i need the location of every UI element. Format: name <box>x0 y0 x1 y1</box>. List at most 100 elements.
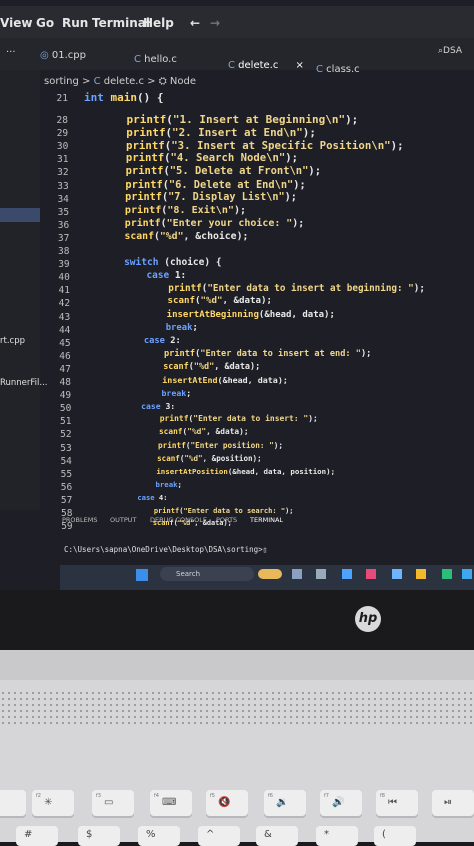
app-icon[interactable] <box>258 569 282 579</box>
close-tab-icon[interactable]: × <box>296 60 304 71</box>
code-line[interactable]: printf("7. Display List\n"); <box>101 192 297 206</box>
line-number: 37 <box>57 232 70 244</box>
c-file-icon: C <box>228 60 235 71</box>
forward-arrow-icon[interactable]: → <box>210 16 220 30</box>
code-line[interactable]: break; <box>102 388 191 402</box>
taskbar-search[interactable]: Search <box>160 567 254 581</box>
app-icon[interactable] <box>292 569 302 579</box>
tab-01-cpp[interactable]: ◎ 01.cpp <box>40 50 86 61</box>
line-number: 47 <box>59 363 71 375</box>
explorer-item[interactable]: RunnerFil... <box>0 378 48 388</box>
code-line[interactable]: switch (choice) { <box>101 257 222 271</box>
code-line[interactable]: scanf("%d", &choice); <box>101 231 248 245</box>
line-number: 36 <box>57 219 70 231</box>
c-file-icon: C <box>134 54 141 65</box>
explorer-item[interactable]: rt.cpp <box>0 336 25 346</box>
code-line[interactable]: int main() { <box>84 91 164 105</box>
tab-label: hello.c <box>144 54 177 65</box>
code-line[interactable]: break; <box>102 323 198 337</box>
line-number: 50 <box>59 403 72 415</box>
breadcrumb-separator: > <box>82 76 91 87</box>
code-line[interactable]: printf("2. Insert at End\n"); <box>100 126 316 140</box>
line-number: 57 <box>60 494 73 506</box>
menu-terminal[interactable]: Terminal <box>92 16 150 30</box>
laptop-bezel <box>0 590 474 650</box>
key-f6[interactable]: f6 🔉 <box>264 790 306 816</box>
key-dollar[interactable]: $ <box>78 826 120 846</box>
code-line[interactable]: scanf("%d", &data); <box>102 427 249 441</box>
workspace-search[interactable]: ⌕DSA <box>438 46 462 56</box>
key-f2[interactable]: f2 ✳ <box>32 790 74 816</box>
code-line[interactable]: scanf("%d", &data); <box>102 362 260 376</box>
code-line[interactable]: printf("Enter position: "); <box>103 441 283 455</box>
code-line[interactable]: printf("Enter your choice: "); <box>101 218 305 232</box>
code-line[interactable]: break; <box>103 480 182 494</box>
app-icon[interactable] <box>316 569 326 579</box>
code-line[interactable]: printf("3. Insert at Specific Position\n… <box>100 139 404 153</box>
volume-down-icon: 🔉 <box>276 797 289 808</box>
more-icon[interactable]: ... <box>6 44 16 55</box>
code-line[interactable]: case 4: <box>103 493 167 507</box>
previous-track-icon: ⏮ <box>388 797 397 808</box>
app-icon[interactable] <box>366 569 376 579</box>
menu-run[interactable]: Run <box>62 16 88 30</box>
back-arrow-icon[interactable]: ← <box>190 16 200 30</box>
menu-go[interactable]: Go <box>36 16 54 30</box>
key-percent[interactable]: % <box>138 826 180 846</box>
app-icon[interactable] <box>442 569 452 579</box>
code-line[interactable]: printf("Enter data to insert at end: "); <box>102 349 371 363</box>
workspace-name: DSA <box>443 46 463 56</box>
key-hash[interactable]: # <box>16 826 58 846</box>
tab-delete-c[interactable]: C delete.c × <box>228 60 304 71</box>
key-f9[interactable]: ⏯ <box>432 790 474 816</box>
key-f1[interactable]: f1 <box>0 790 26 816</box>
key-f3[interactable]: f3 ▭ <box>92 790 134 816</box>
tab-hello-c[interactable]: C hello.c <box>134 54 177 65</box>
terminal-prompt[interactable]: C:\Users\sapna\OneDrive\Desktop\DSA\sort… <box>64 545 267 554</box>
code-line[interactable]: insertAtEnd(&head, data); <box>102 375 288 389</box>
line-number: 28 <box>56 115 68 126</box>
key-caret[interactable]: ^ <box>198 826 240 846</box>
windows-start-icon[interactable] <box>136 569 148 581</box>
code-line[interactable]: printf("Enter data to insert: "); <box>102 414 318 428</box>
code-line[interactable]: printf("1. Insert at Beginning\n"); <box>100 113 359 127</box>
key-f4[interactable]: f4 ⌨ <box>150 790 192 816</box>
app-icon[interactable] <box>342 569 352 579</box>
code-line[interactable]: insertAtPosition(&head, data, position); <box>103 467 335 481</box>
line-number: 51 <box>59 416 72 428</box>
line-number: 59 <box>61 521 73 533</box>
app-icon[interactable] <box>392 569 402 579</box>
c-file-icon: C <box>93 76 101 87</box>
key-f5[interactable]: f5 🔇 <box>206 790 248 816</box>
code-line[interactable]: printf("8. Exit\n"); <box>101 205 246 219</box>
code-line[interactable]: scanf("%d", &data); <box>101 296 272 310</box>
code-line[interactable]: printf("Enter data to search: "); <box>103 506 294 520</box>
code-line[interactable]: printf("4. Search Node\n"); <box>100 152 298 166</box>
key-f7[interactable]: f7 🔊 <box>320 790 362 816</box>
code-line[interactable]: scanf("%d", &data); <box>103 519 232 533</box>
key-f8[interactable]: f8 ⏮ <box>376 790 418 816</box>
explorer-sidebar <box>0 70 40 510</box>
menu-view[interactable]: View <box>0 16 32 30</box>
line-number: 46 <box>59 350 71 362</box>
code-line[interactable]: insertAtBeginning(&head, data); <box>102 310 335 324</box>
app-icon[interactable] <box>462 569 472 579</box>
menu-help[interactable]: Help <box>143 16 174 30</box>
key-paren[interactable]: ( <box>374 826 416 846</box>
breadcrumb-symbol[interactable]: Node <box>170 76 196 87</box>
code-line[interactable]: case 1: <box>101 270 187 284</box>
code-line[interactable]: printf("5. Delete at Front\n"); <box>100 165 321 179</box>
line-number: 58 <box>61 508 73 519</box>
breadcrumb-file[interactable]: delete.c <box>104 76 144 87</box>
code-line[interactable]: printf("Enter data to insert at beginnin… <box>101 283 425 297</box>
breadcrumb-folder[interactable]: sorting <box>44 76 79 87</box>
code-line[interactable]: case 2: <box>102 336 181 350</box>
code-line[interactable]: printf("6. Delete at End\n"); <box>101 179 305 193</box>
key-ampersand[interactable]: & <box>256 826 298 846</box>
tab-class-c[interactable]: C class.c <box>316 64 360 75</box>
app-icon[interactable] <box>416 569 426 579</box>
code-line[interactable]: scanf("%d", &position); <box>103 454 262 468</box>
key-asterisk[interactable]: * <box>316 826 358 846</box>
line-number: 34 <box>57 193 69 205</box>
line-number: 31 <box>56 154 69 166</box>
